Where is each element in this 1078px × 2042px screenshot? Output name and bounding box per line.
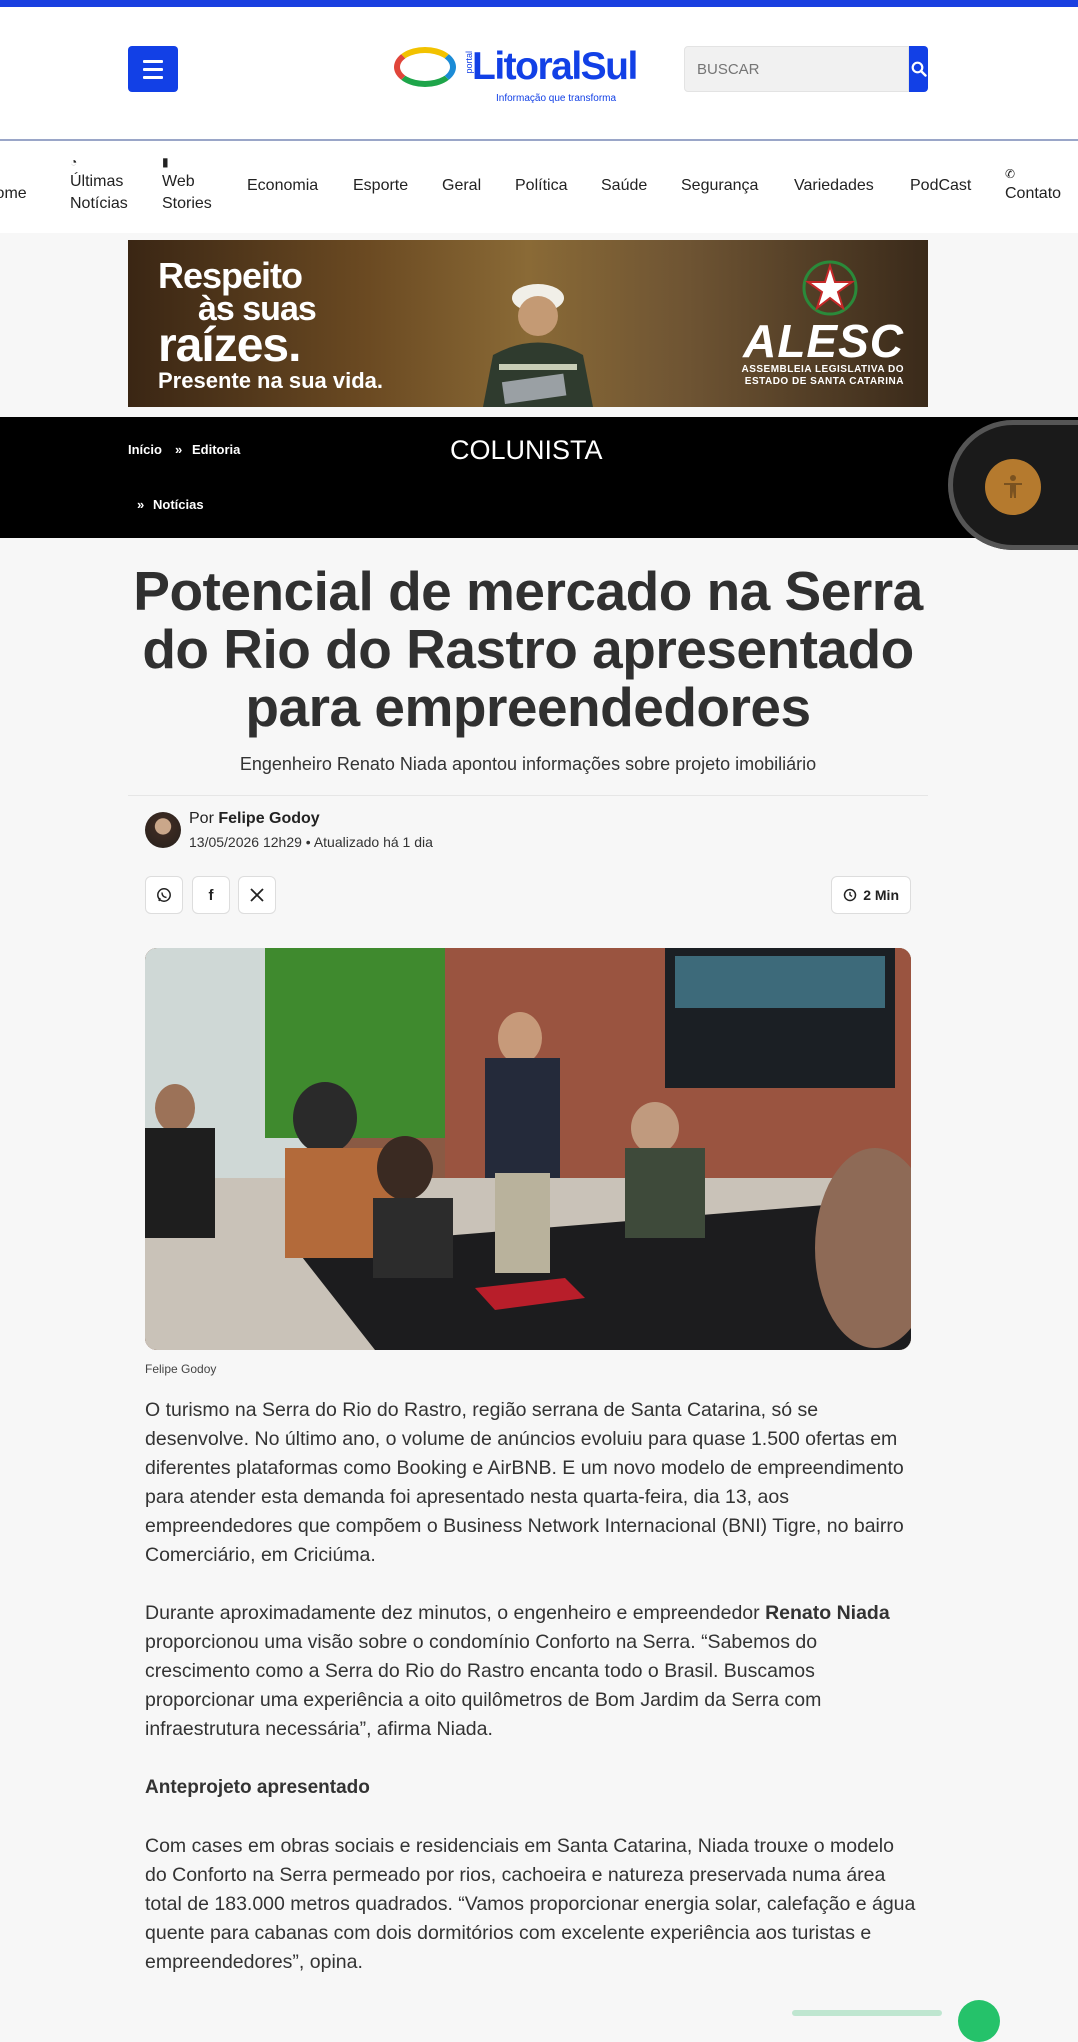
nav-item-geral[interactable]: Geral <box>442 175 481 197</box>
alesc-subtitle: ASSEMBLEIA LEGISLATIVA DO <box>741 364 904 375</box>
section-title: COLUNISTA <box>450 435 603 465</box>
nav-item-label: Esporte <box>353 177 409 194</box>
published-date: 13/05/2026 12h29 <box>189 834 302 850</box>
article-dates: 13/05/2026 12h29 • Atualizado há 1 dia <box>189 834 433 850</box>
nav-item-saude[interactable]: Saúde <box>601 175 647 197</box>
nav-item-web-stories[interactable]: ▮ Web Stories <box>162 155 224 215</box>
article-paragraph: Durante aproximadamente dez minutos, o e… <box>145 1599 917 1744</box>
byline: Por Felipe Godoy <box>189 810 320 828</box>
article-subheading: Anteprojeto apresentado <box>145 1777 370 1798</box>
updated-date: Atualizado há 1 dia <box>313 834 433 850</box>
nav-item-economia[interactable]: Economia <box>247 175 318 197</box>
author-name[interactable]: Felipe Godoy <box>218 810 319 827</box>
share-bar: f 2 Min <box>128 876 928 924</box>
menu-icon-bar <box>143 59 163 63</box>
main-nav: ⌂ Home ◔ Últimas Notícias ▮ Web Stories … <box>0 141 1078 233</box>
paragraph-text: Durante aproximadamente dez minutos, o e… <box>145 1602 766 1624</box>
site-header: portal LitoralSul Informação que transfo… <box>0 7 1078 141</box>
banner-headline: Respeito às suas raízes. Presente na sua… <box>158 258 383 394</box>
accessibility-button[interactable] <box>985 459 1041 515</box>
banner-line: Respeito <box>158 255 303 296</box>
site-logo[interactable]: portal LitoralSul Informação que transfo… <box>394 43 664 105</box>
top-accent-strip <box>0 0 1078 7</box>
author-avatar[interactable] <box>145 812 181 848</box>
alesc-star-emblem-icon <box>802 260 858 316</box>
nav-item-label: Variedades <box>794 177 874 194</box>
dot-separator: • <box>305 834 314 850</box>
breadcrumb-noticias[interactable]: Notícias <box>153 497 204 512</box>
author-block: Por Felipe Godoy 13/05/2026 12h29 • Atua… <box>128 796 928 876</box>
x-icon <box>250 888 264 902</box>
logo-ring-icon <box>394 47 456 87</box>
read-time-value: 2 Min <box>863 887 899 903</box>
nav-item-label: Home <box>0 185 27 202</box>
nav-item-contato[interactable]: ✆ Contato <box>1005 167 1061 205</box>
floating-whatsapp-button[interactable] <box>958 2000 1000 2042</box>
share-x-button[interactable] <box>238 876 276 914</box>
byline-prefix: Por <box>189 810 214 827</box>
chevron-right-icon: » <box>175 442 183 457</box>
article-body: O turismo na Serra do Rio do Rastro, reg… <box>145 1396 917 2006</box>
nav-item-politica[interactable]: Política <box>515 175 567 197</box>
menu-icon-bar <box>143 67 163 71</box>
story-icon: ▮ <box>162 155 169 169</box>
nav-item-label: Últimas Notícias <box>70 173 128 212</box>
nav-item-label: PodCast <box>910 177 972 194</box>
search-input[interactable] <box>684 46 909 92</box>
banner-worker-image <box>483 284 593 407</box>
article-paragraph: Com cases em obras sociais e residenciai… <box>145 1835 916 1973</box>
search-form <box>684 46 928 92</box>
chevron-right-icon: » <box>137 497 145 512</box>
nav-item-home[interactable]: ⌂ Home <box>0 167 27 205</box>
read-time-badge: 2 Min <box>831 876 911 914</box>
breadcrumb-editoria[interactable]: Editoria <box>192 442 240 457</box>
article: Potencial de mercado na Serra do Rio do … <box>128 538 928 924</box>
breadcrumb: Início » Editoria » Notícias COLUNISTA <box>0 417 1078 538</box>
paragraph-bold-name: Renato Niada <box>765 1602 890 1624</box>
nav-item-podcast[interactable]: PodCast <box>910 175 971 197</box>
alesc-wordmark: ALESC <box>743 315 904 367</box>
breadcrumb-home[interactable]: Início <box>128 442 162 457</box>
article-title: Potencial de mercado na Serra do Rio do … <box>133 560 923 738</box>
banner-line: raízes. <box>158 319 301 372</box>
accessibility-person-icon <box>1004 475 1022 498</box>
share-facebook-button[interactable]: f <box>192 876 230 914</box>
nav-item-label: Saúde <box>601 177 648 194</box>
nav-item-esporte[interactable]: Esporte <box>353 175 408 197</box>
clock-icon <box>843 888 857 902</box>
nav-item-label: Política <box>515 177 568 194</box>
logo-tagline: Informação que transforma <box>496 93 617 104</box>
alesc-logo: ALESC ASSEMBLEIA LEGISLATIVA DO ESTADO D… <box>741 318 904 388</box>
phone-icon: ✆ <box>1005 167 1016 181</box>
nav-item-label: Contato <box>1005 185 1062 202</box>
nav-item-ultimas-noticias[interactable]: ◔ Últimas Notícias <box>70 155 150 215</box>
nav-item-label: Economia <box>247 177 319 194</box>
nav-item-seguranca[interactable]: Segurança <box>681 175 758 197</box>
nav-item-label: Segurança <box>681 177 759 194</box>
article-subtitle: Engenheiro Renato Niada apontou informaç… <box>239 754 817 774</box>
article-photo[interactable] <box>145 948 911 1350</box>
banner-line: Presente na sua vida. <box>158 368 383 393</box>
meeting-photo-image <box>145 948 911 1350</box>
facebook-icon: f <box>208 886 214 904</box>
menu-icon-bar <box>143 75 163 79</box>
whatsapp-icon <box>157 888 171 902</box>
hamburger-menu-button[interactable] <box>128 46 178 92</box>
logo-name: LitoralSul <box>472 45 638 88</box>
nav-item-label: Geral <box>442 177 482 194</box>
share-whatsapp-button[interactable] <box>145 876 183 914</box>
alesc-ad-banner[interactable]: Respeito às suas raízes. Presente na sua… <box>128 240 928 407</box>
search-button[interactable] <box>909 46 928 92</box>
nav-item-variedades[interactable]: Variedades <box>794 175 874 197</box>
paragraph-text: proporcionou uma visão sobre o condomíni… <box>145 1631 822 1740</box>
rss-icon: ◔ <box>70 155 78 169</box>
alesc-subtitle: ESTADO DE SANTA CATARINA <box>744 376 904 387</box>
nav-item-label: Web Stories <box>162 173 212 212</box>
home-icon: ⌂ <box>0 167 27 181</box>
article-paragraph: O turismo na Serra do Rio do Rastro, reg… <box>145 1399 904 1566</box>
search-icon <box>911 61 927 77</box>
floating-newsletter-bar[interactable] <box>792 2010 942 2016</box>
photo-credit: Felipe Godoy <box>145 1362 217 1376</box>
